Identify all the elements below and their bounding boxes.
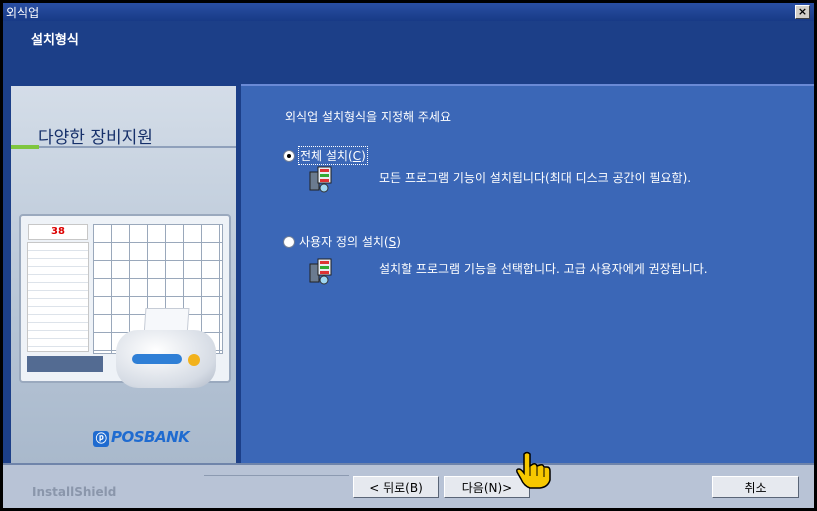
printer-slot bbox=[132, 354, 182, 364]
button-bar-divider bbox=[204, 475, 349, 476]
banner-heading: 다양한 장비지원 bbox=[38, 128, 153, 148]
title-bar: 외식업 × bbox=[3, 3, 814, 21]
window-title: 외식업 bbox=[6, 6, 40, 20]
main-content: 외식업 설치형식을 지정해 주세요 전체 설치(C) 모든 프로그램 기능이 설… bbox=[241, 86, 814, 463]
option-custom-install-description: 설치할 프로그램 기능을 선택합니다. 고급 사용자에게 권장됩니다. bbox=[379, 262, 708, 276]
banner-divider bbox=[11, 146, 236, 148]
option-custom-install-label[interactable]: 사용자 정의 설치(S) bbox=[299, 233, 401, 250]
hand-pointer-icon bbox=[516, 451, 551, 489]
printer-icon bbox=[116, 308, 216, 390]
pos-screen-number: 38 bbox=[28, 224, 88, 240]
pos-screen-list bbox=[27, 242, 89, 352]
posbank-logo-icon: ⓟ bbox=[93, 431, 109, 447]
setup-icon bbox=[309, 258, 332, 285]
page-title: 설치형식 bbox=[31, 33, 79, 48]
option-full-install-description: 모든 프로그램 기능이 설치됩니다(최대 디스크 공간이 필요함). bbox=[379, 171, 692, 185]
cancel-button[interactable]: 취소 bbox=[712, 476, 799, 498]
installer-window: 외식업 × 설치형식 다양한 장비지원 38 ⓟ POSBANK 외식업 설치형식… bbox=[3, 3, 814, 508]
button-bar: InstallShield < 뒤로(B) 다음(N)> 취소 bbox=[3, 463, 814, 508]
banner-divider-accent bbox=[11, 145, 39, 149]
posbank-logo: ⓟ POSBANK bbox=[93, 428, 190, 447]
printer-button bbox=[188, 354, 200, 366]
option-full-install-label[interactable]: 전체 설치(C) bbox=[298, 146, 368, 165]
close-button[interactable]: × bbox=[795, 5, 810, 19]
setup-icon bbox=[309, 166, 332, 193]
radio-custom-install[interactable] bbox=[283, 236, 295, 248]
side-banner: 다양한 장비지원 38 ⓟ POSBANK bbox=[11, 86, 236, 463]
radio-full-install[interactable] bbox=[283, 150, 295, 162]
pos-screen-footer bbox=[27, 356, 103, 372]
posbank-logo-text: POSBANK bbox=[111, 428, 190, 446]
instruction-text: 외식업 설치형식을 지정해 주세요 bbox=[285, 110, 452, 124]
back-button[interactable]: < 뒤로(B) bbox=[353, 476, 439, 498]
installshield-brand: InstallShield bbox=[32, 485, 117, 499]
